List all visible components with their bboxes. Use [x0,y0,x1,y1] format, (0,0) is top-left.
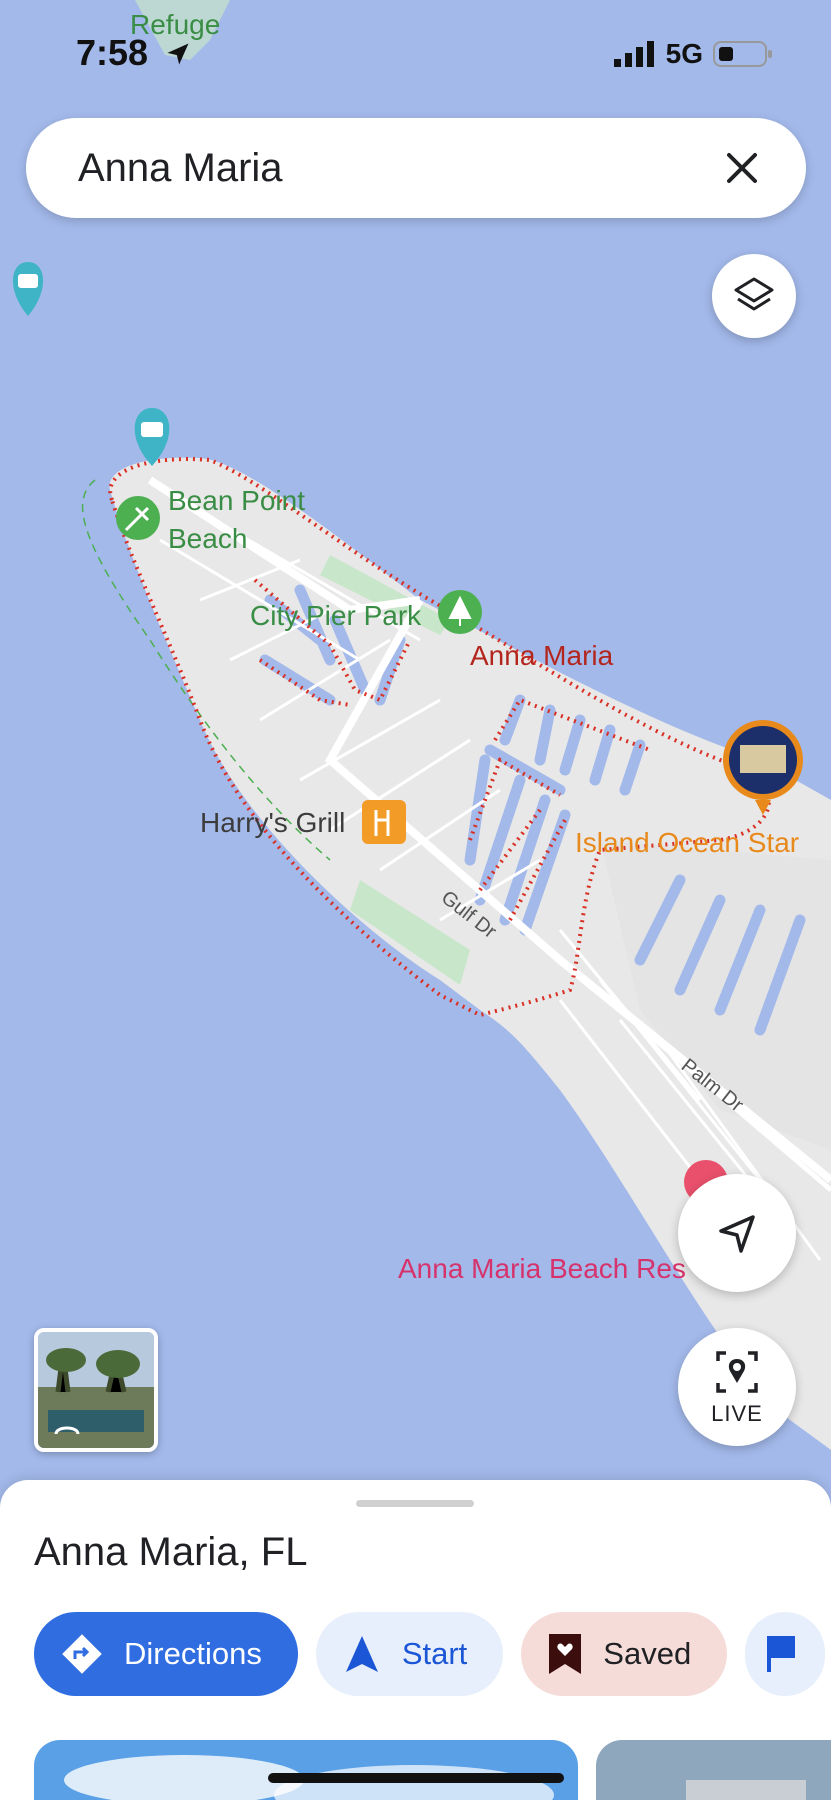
close-button[interactable] [712,138,772,198]
place-photo[interactable] [596,1740,831,1800]
start-label: Start [401,1636,468,1671]
directions-button[interactable]: Directions [34,1612,298,1696]
layers-icon [734,277,774,311]
city-pier-park-label[interactable]: City Pier Park [250,600,422,631]
sheet-drag-handle[interactable] [356,1500,474,1507]
flag-icon [767,1636,796,1672]
status-indicators: 5G [613,38,773,70]
start-button[interactable]: Start [315,1612,504,1696]
bean-point-label-1[interactable]: Bean Point [168,485,305,516]
saved-label: Saved [603,1636,692,1671]
live-label: LIVE [711,1401,763,1426]
saved-button[interactable]: Saved [521,1612,728,1696]
action-chips: Directions Start Saved [34,1612,831,1696]
battery-icon [713,41,772,67]
live-view-icon [716,1351,758,1393]
park-pin-icon[interactable] [438,590,482,634]
navigation-arrow-icon [719,1215,755,1253]
search-input[interactable]: Anna Maria [78,146,712,191]
place-title: Anna Maria, FL [34,1530,308,1574]
beach-resort-label[interactable]: Anna Maria Beach Res [398,1253,686,1284]
restaurant-pin-icon[interactable] [362,800,406,844]
navigation-icon [345,1636,378,1672]
directions-icon [62,1634,102,1674]
close-icon [727,153,757,183]
search-bar[interactable]: Anna Maria [26,118,806,218]
my-location-button[interactable] [678,1174,796,1292]
island-ocean-star-label[interactable]: Island Ocean Star [575,827,799,858]
directions-label: Directions [124,1636,262,1671]
live-view-button[interactable]: LIVE [678,1328,796,1446]
home-indicator[interactable] [268,1773,564,1783]
layers-button[interactable] [712,254,796,338]
anna-maria-label[interactable]: Anna Maria [470,640,614,671]
more-actions-button[interactable] [745,1612,826,1696]
beach-pin-icon[interactable] [116,496,160,540]
signal-icon [613,41,654,67]
place-sheet[interactable]: Anna Maria, FL Directions Start Saved [0,1480,831,1800]
place-photo[interactable] [34,1740,578,1800]
location-arrow-icon [167,43,189,65]
street-view-thumbnail[interactable] [34,1328,158,1452]
harrys-grill-label[interactable]: Harry's Grill [200,807,345,838]
network-type: 5G [665,38,703,69]
bookmark-heart-icon [549,1634,582,1674]
status-time: 7:58 [76,32,192,74]
bean-point-label-2[interactable]: Beach [168,523,247,554]
